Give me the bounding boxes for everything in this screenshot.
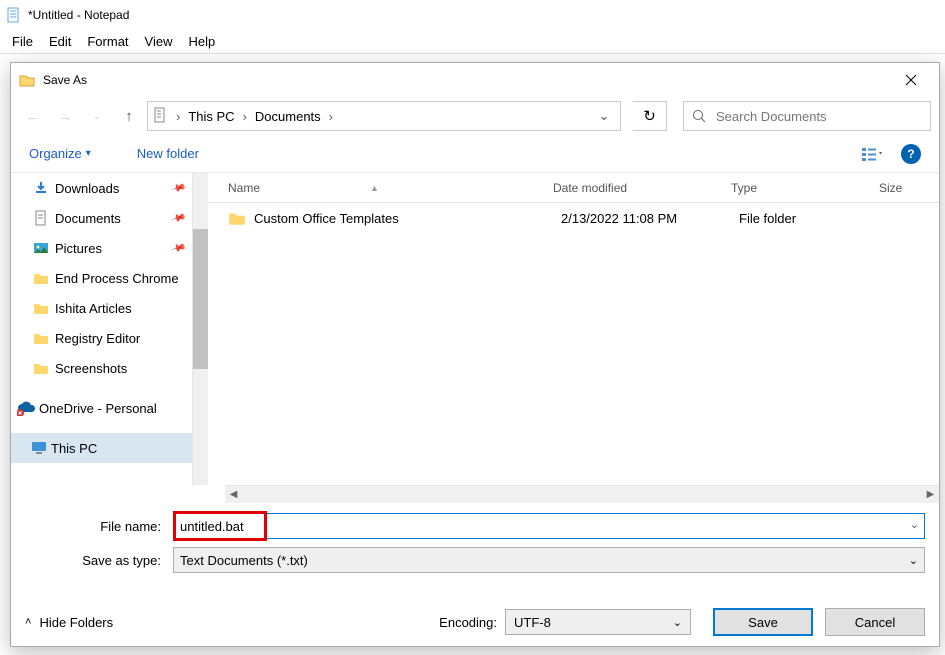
sort-asc-icon: ▲ xyxy=(370,183,379,193)
folder-icon xyxy=(33,270,49,286)
file-name-input[interactable] xyxy=(173,513,925,539)
sidebar-item-folder[interactable]: Registry Editor xyxy=(11,323,192,353)
form-area: File name: ⌄ Save as type: Text Document… xyxy=(11,503,939,573)
chevron-down-icon[interactable]: ⌄ xyxy=(910,518,919,531)
onedrive-icon xyxy=(17,400,37,416)
pictures-icon xyxy=(33,240,49,256)
folder-icon xyxy=(33,300,49,316)
chevron-right-icon[interactable]: › xyxy=(327,109,335,124)
chevron-down-icon: ⌄ xyxy=(909,554,918,567)
download-icon xyxy=(33,180,49,196)
search-icon xyxy=(692,109,706,123)
recent-dropdown[interactable]: ⌄ xyxy=(83,102,111,130)
dialog-navbar: ← → ⌄ ↑ › This PC › Documents › ⌄ ↻ Sear… xyxy=(11,97,939,135)
encoding-select[interactable]: UTF-8 ⌄ xyxy=(505,609,691,635)
document-icon xyxy=(152,107,170,125)
folder-icon xyxy=(33,360,49,376)
menu-help[interactable]: Help xyxy=(180,31,223,52)
cancel-button[interactable]: Cancel xyxy=(825,608,925,636)
sidebar-scrollbar[interactable] xyxy=(192,173,208,485)
hide-folders-button[interactable]: ˄ Hide Folders xyxy=(25,615,113,630)
dialog-title: Save As xyxy=(43,73,891,87)
save-type-select[interactable]: Text Documents (*.txt) ⌄ xyxy=(173,547,925,573)
dialog-titlebar: Save As xyxy=(11,63,939,97)
view-button[interactable] xyxy=(859,140,887,168)
notepad-icon xyxy=(6,7,22,23)
column-size[interactable]: Size xyxy=(879,181,939,195)
chevron-right-icon[interactable]: › xyxy=(241,109,249,124)
sidebar-item-folder[interactable]: Ishita Articles xyxy=(11,293,192,323)
file-row[interactable]: Custom Office Templates 2/13/2022 11:08 … xyxy=(208,203,939,233)
chevron-down-icon: ⌄ xyxy=(673,616,682,629)
notepad-titlebar: *Untitled - Notepad xyxy=(0,0,945,30)
chevron-right-icon[interactable]: › xyxy=(174,109,182,124)
sidebar-item-documents[interactable]: Documents 📌 xyxy=(11,203,192,233)
help-button[interactable]: ? xyxy=(897,140,925,168)
dialog-toolbar: Organize▾ New folder ? xyxy=(11,135,939,173)
forward-button[interactable]: → xyxy=(51,102,79,130)
column-name[interactable]: Name▲ xyxy=(228,181,553,195)
file-list-header: Name▲ Date modified Type Size xyxy=(208,173,939,203)
notepad-title: *Untitled - Notepad xyxy=(28,8,129,22)
search-input[interactable]: Search Documents xyxy=(683,101,931,131)
menu-file[interactable]: File xyxy=(4,31,41,52)
menu-format[interactable]: Format xyxy=(79,31,136,52)
file-list-hscrollbar[interactable]: ◀ ▶ xyxy=(225,485,939,503)
sidebar-item-onedrive[interactable]: OneDrive - Personal xyxy=(11,393,192,423)
chevron-left-icon[interactable]: ◀ xyxy=(225,489,242,500)
column-type[interactable]: Type xyxy=(731,181,879,195)
dialog-icon xyxy=(19,72,35,88)
sidebar-item-pictures[interactable]: Pictures 📌 xyxy=(11,233,192,263)
pin-icon: 📌 xyxy=(170,210,186,226)
breadcrumb-documents[interactable]: Documents xyxy=(249,102,327,130)
menu-edit[interactable]: Edit xyxy=(41,31,79,52)
new-folder-button[interactable]: New folder xyxy=(133,142,203,165)
chevron-up-icon: ˄ xyxy=(25,616,31,628)
close-button[interactable] xyxy=(891,65,931,95)
chevron-right-icon[interactable]: ▶ xyxy=(922,489,939,500)
sidebar-item-folder[interactable]: Screenshots xyxy=(11,353,192,383)
sidebar-item-downloads[interactable]: Downloads 📌 xyxy=(11,173,192,203)
file-name-label: File name: xyxy=(25,519,173,534)
sidebar-item-thispc[interactable]: This PC xyxy=(11,433,192,463)
sidebar-item-folder[interactable]: End Process Chrome xyxy=(11,263,192,293)
thispc-icon xyxy=(31,440,47,456)
chevron-down-icon: ▾ xyxy=(86,148,91,159)
refresh-button[interactable]: ↻ xyxy=(633,101,667,131)
folder-icon xyxy=(228,209,246,227)
menu-view[interactable]: View xyxy=(137,31,181,52)
back-button[interactable]: ← xyxy=(19,102,47,130)
document-icon xyxy=(33,210,49,226)
folder-icon xyxy=(33,330,49,346)
search-placeholder: Search Documents xyxy=(716,109,827,124)
up-button[interactable]: ↑ xyxy=(115,102,143,130)
sidebar: Downloads 📌 Documents 📌 Pictures 📌 End P… xyxy=(11,173,192,485)
save-button[interactable]: Save xyxy=(713,608,813,636)
save-as-dialog: Save As ← → ⌄ ↑ › This PC › Documents › … xyxy=(10,62,940,647)
organize-button[interactable]: Organize▾ xyxy=(25,142,95,165)
address-bar[interactable]: › This PC › Documents › ⌄ xyxy=(147,101,621,131)
file-list: Name▲ Date modified Type Size Custom Off… xyxy=(208,173,939,485)
encoding-label: Encoding: xyxy=(439,615,497,630)
column-date[interactable]: Date modified xyxy=(553,181,731,195)
pin-icon: 📌 xyxy=(170,180,186,196)
pin-icon: 📌 xyxy=(170,240,186,256)
address-dropdown[interactable]: ⌄ xyxy=(592,108,616,124)
notepad-menubar: File Edit Format View Help xyxy=(0,30,945,54)
breadcrumb-thispc[interactable]: This PC xyxy=(182,102,240,130)
help-icon: ? xyxy=(901,144,921,164)
dialog-footer: ˄ Hide Folders Encoding: UTF-8 ⌄ Save Ca… xyxy=(11,598,939,646)
save-type-label: Save as type: xyxy=(25,553,173,568)
